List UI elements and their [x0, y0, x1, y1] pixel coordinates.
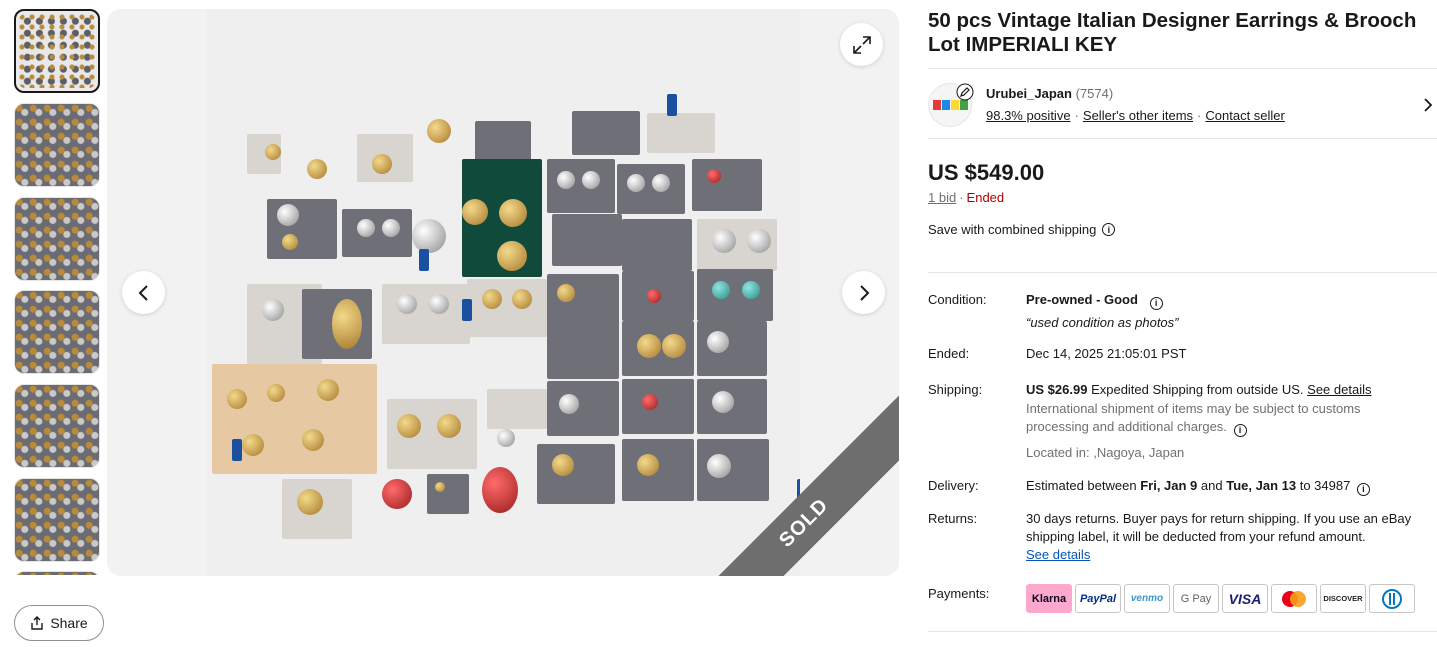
edit-pencil-icon: [956, 83, 974, 101]
thumbnail-2[interactable]: [14, 103, 100, 187]
divider: [928, 138, 1437, 139]
chevron-left-icon: [138, 284, 148, 301]
ended-label: Ended:: [928, 346, 970, 361]
thumbnail-1[interactable]: [14, 9, 100, 93]
combined-shipping-line: Save with combined shipping i: [928, 222, 1116, 237]
returns-text: 30 days returns. Buyer pays for return s…: [1026, 511, 1412, 544]
delivery-end: Tue, Jan 13: [1226, 478, 1297, 493]
shipping-method: Expedited Shipping from outside US.: [1091, 382, 1304, 397]
venmo-icon: venmo: [1124, 584, 1170, 613]
thumbnail-4[interactable]: [14, 290, 100, 374]
next-image-button[interactable]: [842, 271, 885, 314]
delivery-start: Fri, Jan 9: [1140, 478, 1198, 493]
divider: [928, 272, 1437, 273]
returns-label: Returns:: [928, 511, 978, 526]
divider: [928, 68, 1437, 69]
info-icon[interactable]: i: [1149, 296, 1163, 310]
seller-name-line: Urubei_Japan (7574): [986, 86, 1113, 101]
condition-value: Pre-owned - Good: [1026, 292, 1138, 307]
chevron-right-icon: [1424, 98, 1433, 112]
condition-note: “used condition as photos”: [1026, 314, 1179, 330]
combined-shipping-label: Save with combined shipping: [928, 222, 1097, 237]
divider: [928, 631, 1437, 632]
ended-value: Dec 14, 2025 21:05:01 PST: [1026, 346, 1187, 361]
contact-seller-link[interactable]: Contact seller: [1205, 108, 1284, 123]
seller-card: Urubei_Japan (7574) 98.3% positive · Selle…: [928, 83, 1437, 127]
shipping-label: Shipping:: [928, 382, 983, 397]
payment-methods: Klarna PayPal venmo G Pay VISA DISCOVER: [1026, 584, 1415, 613]
condition-label: Condition:: [928, 292, 987, 307]
main-image-viewer[interactable]: SOLD: [107, 9, 899, 576]
share-button[interactable]: Share: [14, 605, 104, 641]
delivery-prefix: Estimated between: [1026, 478, 1137, 493]
info-icon[interactable]: i: [1233, 423, 1247, 437]
share-icon: [31, 616, 44, 630]
thumbnail-strip: [14, 9, 100, 575]
visa-icon: VISA: [1222, 584, 1268, 613]
seller-name[interactable]: Urubei_Japan: [986, 86, 1072, 101]
share-label: Share: [50, 615, 88, 631]
shipping-customs-note: International shipment of items may be s…: [1026, 401, 1361, 434]
payments-label: Payments:: [928, 586, 990, 601]
thumbnail-5[interactable]: [14, 384, 100, 468]
shipping-see-details-link[interactable]: See details: [1307, 382, 1371, 397]
price: US $549.00: [928, 160, 1045, 185]
klarna-icon: Klarna: [1026, 584, 1072, 613]
item-location: Located in: ,Nagoya, Japan: [1026, 444, 1185, 460]
seller-other-items-link[interactable]: Seller's other items: [1083, 108, 1193, 123]
auction-status: Ended: [966, 190, 1005, 205]
shipping-price: US $26.99: [1026, 382, 1088, 397]
previous-image-button[interactable]: [122, 271, 165, 314]
seller-feedback-count: (7574): [1075, 86, 1114, 101]
diners-club-icon: [1369, 584, 1415, 613]
mastercard-icon: [1271, 584, 1317, 613]
discover-icon: DISCOVER: [1320, 584, 1366, 613]
seller-links: 98.3% positive · Seller's other items · Cont…: [986, 108, 1285, 123]
expand-image-button[interactable]: [840, 23, 883, 66]
product-photo: [207, 9, 800, 576]
thumbnail-3[interactable]: [14, 197, 100, 281]
thumbnail-7[interactable]: [14, 571, 100, 575]
paypal-icon: PayPal: [1075, 584, 1121, 613]
info-icon[interactable]: i: [1356, 482, 1370, 496]
delivery-label: Delivery:: [928, 478, 979, 493]
chevron-right-icon: [859, 284, 869, 301]
bid-status-line: 1 bid · Ended: [928, 190, 1005, 205]
listing-title: 50 pcs Vintage Italian Designer Earrings…: [928, 9, 1417, 56]
expand-icon: [852, 35, 871, 54]
thumbnail-6[interactable]: [14, 478, 100, 562]
delivery-zip: to 34987: [1299, 478, 1351, 493]
info-icon[interactable]: i: [1102, 223, 1116, 236]
google-pay-icon: G Pay: [1173, 584, 1219, 613]
returns-see-details-link[interactable]: See details: [1026, 547, 1090, 562]
seller-positive-link[interactable]: 98.3% positive: [986, 108, 1071, 123]
seller-details-chevron[interactable]: [1423, 97, 1433, 118]
bid-count-link[interactable]: 1 bid: [928, 190, 956, 205]
delivery-and: and: [1200, 478, 1223, 493]
